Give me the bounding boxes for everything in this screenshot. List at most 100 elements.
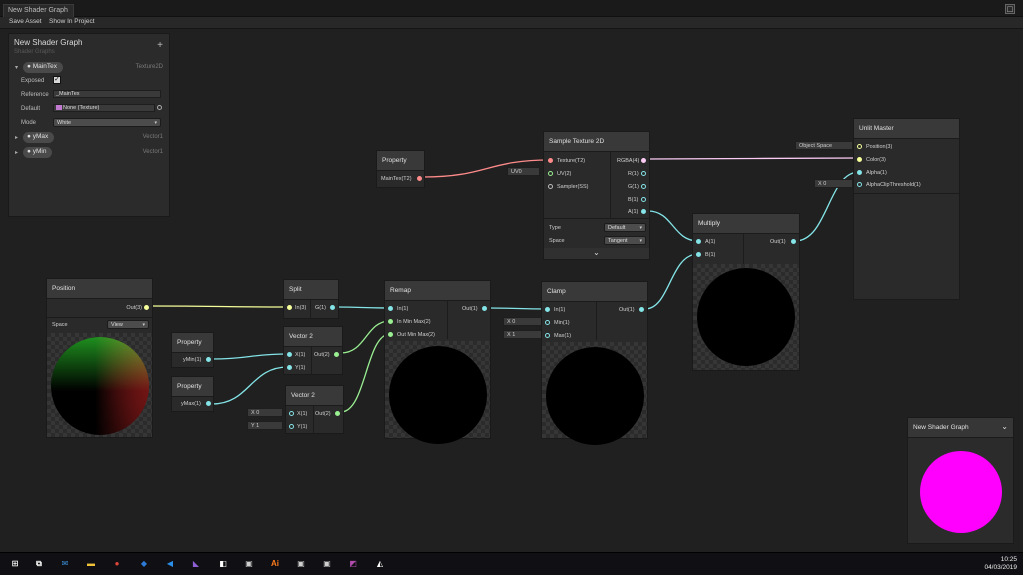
object-picker-icon[interactable] (157, 105, 162, 110)
add-property-button[interactable]: + (157, 40, 163, 51)
position-space-field[interactable]: Object Space (795, 141, 853, 150)
port-b-dot[interactable] (641, 197, 646, 202)
collapse-arrow-icon[interactable]: ▸ (15, 149, 18, 156)
window-tab[interactable]: New Shader Graph (3, 4, 74, 17)
vector2b-y-field[interactable]: Y 1 (247, 421, 283, 430)
clamp-max-field[interactable]: X 1 (503, 330, 543, 339)
port-out-dot[interactable] (417, 176, 422, 181)
node-title[interactable]: Vector 2 (284, 327, 342, 347)
port-sampler-dot[interactable] (548, 184, 553, 189)
space-dropdown[interactable]: View ▾ (107, 320, 149, 329)
unity-icon[interactable]: ◭ (373, 557, 387, 571)
uv-field[interactable]: UV0 (507, 167, 540, 176)
property-ymax[interactable]: ▸ ● yMax Vector1 (13, 132, 167, 144)
port-x-dot[interactable] (289, 411, 294, 416)
node-remap[interactable]: Remap In(1) In Min Max(2) Out Min Max(2)… (384, 280, 491, 444)
node-title[interactable]: Remap (385, 281, 490, 301)
port-max-dot[interactable] (545, 333, 550, 338)
type-dropdown[interactable]: Default ▾ (604, 223, 646, 232)
mail-icon[interactable]: ✉ (58, 557, 72, 571)
reference-field[interactable]: _MainTex (53, 90, 161, 98)
maximize-icon[interactable]: □ (1005, 4, 1015, 14)
app-icon[interactable]: ◧ (216, 557, 230, 571)
port-out-dot[interactable] (206, 357, 211, 362)
expand-arrow-icon[interactable]: ▾ (15, 64, 18, 71)
node-title[interactable]: Property (377, 151, 424, 171)
mode-dropdown[interactable]: White ▾ (53, 118, 161, 127)
node-split[interactable]: Split In(3) G(1) (283, 279, 339, 319)
space-dropdown[interactable]: Tangent ▾ (604, 236, 646, 245)
node-title[interactable]: Property (172, 377, 213, 397)
port-x-dot[interactable] (287, 352, 292, 357)
vector2b-x-field[interactable]: X 0 (247, 408, 283, 417)
port-y-dot[interactable] (289, 424, 294, 429)
port-out-dot[interactable] (482, 306, 487, 311)
node-unlit-master[interactable]: Unlit Master Position(3) Color(3) Alpha(… (853, 118, 960, 300)
port-texture-dot[interactable] (548, 158, 553, 163)
show-in-project-button[interactable]: Show In Project (46, 18, 98, 28)
port-a-dot[interactable] (641, 209, 646, 214)
game-icon[interactable]: ▣ (242, 557, 256, 571)
port-in-dot[interactable] (545, 307, 550, 312)
save-asset-button[interactable]: Save Asset (6, 18, 45, 28)
property-pill[interactable]: ● yMax (23, 132, 55, 143)
task-view-icon[interactable]: ⧉ (32, 557, 46, 571)
node-property-maintex[interactable]: Property MainTex(T2) (376, 150, 425, 188)
port-clip-dot[interactable] (857, 182, 862, 187)
node-title[interactable]: Property (172, 333, 213, 353)
port-out-dot[interactable] (791, 239, 796, 244)
property-ymin[interactable]: ▸ ● yMin Vector1 (13, 147, 167, 159)
node-title[interactable]: Clamp (542, 282, 647, 302)
port-r-dot[interactable] (641, 171, 646, 176)
property-pill[interactable]: ● MainTex (23, 62, 63, 73)
port-a-dot[interactable] (696, 239, 701, 244)
port-g-dot[interactable] (641, 184, 646, 189)
port-alpha-dot[interactable] (857, 170, 862, 175)
system-clock[interactable]: 10:25 04/03/2019 (984, 556, 1017, 572)
node-title[interactable]: Vector 2 (286, 386, 343, 406)
port-in-dot[interactable] (388, 306, 393, 311)
main-preview-title[interactable]: New Shader Graph (908, 418, 1013, 438)
port-color-dot[interactable] (857, 157, 862, 162)
node-sample-texture-2d[interactable]: Sample Texture 2D Texture(T2) UV(2) Samp… (543, 131, 650, 260)
node-title[interactable]: Multiply (693, 214, 799, 234)
port-uv-dot[interactable] (548, 171, 553, 176)
exposed-checkbox[interactable]: ✓ (53, 76, 61, 84)
port-out-dot[interactable] (334, 352, 339, 357)
main-preview-panel[interactable]: New Shader Graph ⌄ (907, 417, 1014, 544)
default-texture-field[interactable]: None (Texture) (53, 104, 155, 112)
expand-preview-icon[interactable]: ⌄ (544, 248, 649, 259)
port-out-dot[interactable] (206, 401, 211, 406)
port-rgba-dot[interactable] (641, 158, 646, 163)
clip-threshold-field[interactable]: X 0 (814, 179, 853, 188)
port-out-dot[interactable] (639, 307, 644, 312)
maps-icon[interactable]: ◆ (137, 557, 151, 571)
port-b-dot[interactable] (696, 252, 701, 257)
node-property-ymax[interactable]: Property yMax(1) (171, 376, 214, 412)
port-out-dot[interactable] (144, 305, 149, 310)
vscode-icon[interactable]: ◀ (163, 557, 177, 571)
port-y-dot[interactable] (287, 365, 292, 370)
port-out-dot[interactable] (335, 411, 340, 416)
property-maintex[interactable]: ▾ ● MainTex Texture2D (13, 62, 167, 74)
collapse-arrow-icon[interactable]: ▸ (15, 134, 18, 141)
visual-studio-icon[interactable]: ◣ (189, 557, 203, 571)
node-title[interactable]: Split (284, 280, 338, 300)
node-title[interactable]: Sample Texture 2D (544, 132, 649, 152)
node-title[interactable]: Unlit Master (854, 119, 959, 139)
chrome-icon[interactable]: ● (110, 557, 124, 571)
port-in-dot[interactable] (287, 305, 292, 310)
port-out-minmax-dot[interactable] (388, 332, 393, 337)
port-position-dot[interactable] (857, 144, 862, 149)
node-vector2-a[interactable]: Vector 2 X(1) Y(1) Out(2) (283, 326, 343, 375)
illustrator-icon[interactable]: Ai (268, 557, 282, 571)
port-out-dot[interactable] (330, 305, 335, 310)
clamp-min-field[interactable]: X 0 (503, 317, 543, 326)
port-in-minmax-dot[interactable] (388, 319, 393, 324)
node-title[interactable]: Position (47, 279, 152, 299)
node-multiply[interactable]: Multiply A(1) B(1) Out(1) (692, 213, 800, 371)
chevron-down-icon[interactable]: ⌄ (1001, 422, 1008, 431)
game-icon-3[interactable]: ▣ (320, 557, 334, 571)
game-icon-2[interactable]: ▣ (294, 557, 308, 571)
node-clamp[interactable]: Clamp In(1) Min(1) Max(1) Out(1) (541, 281, 648, 445)
